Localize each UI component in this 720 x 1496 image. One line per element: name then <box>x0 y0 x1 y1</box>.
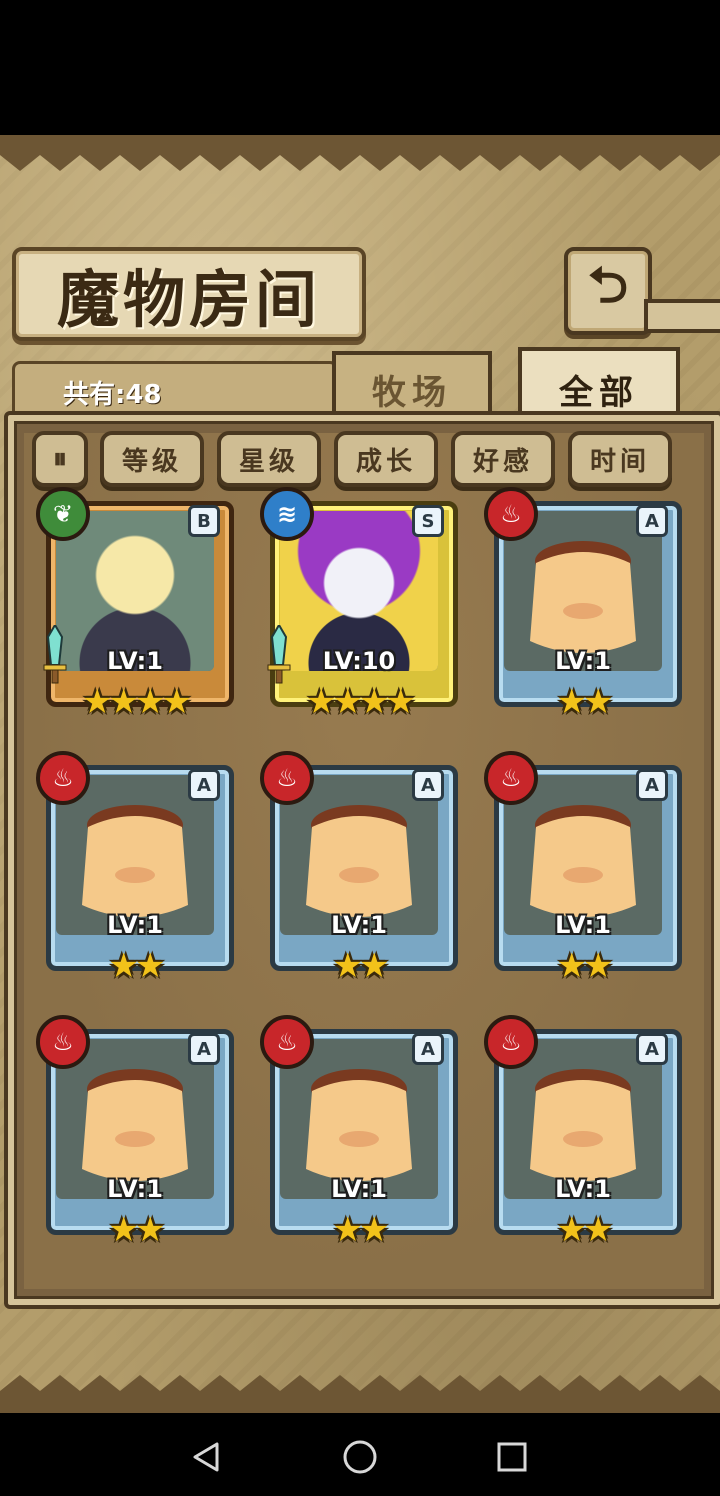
monster-stars: ★★★★ <box>82 682 192 722</box>
pudding-slime-art <box>82 805 188 917</box>
monster-stars: ★★ <box>556 682 614 722</box>
monster-card[interactable]: ♨ A LV:1 ★★ <box>260 1015 458 1255</box>
back-button[interactable]: ⮌ <box>564 247 652 335</box>
monster-level: LV:1 <box>555 647 611 675</box>
rank-badge: A <box>636 1033 668 1065</box>
rank-badge: A <box>636 505 668 537</box>
monster-card[interactable]: ♨ A LV:1 ★★ <box>484 487 682 727</box>
rank-badge: B <box>188 505 220 537</box>
water-element-icon: ≋ <box>260 487 314 541</box>
fire-element-icon: ♨ <box>484 1015 538 1069</box>
pudding-slime-art <box>306 1069 412 1181</box>
monster-level: LV:1 <box>107 647 163 675</box>
monster-level: LV:1 <box>331 911 387 939</box>
filter-star-label: 星级 <box>238 446 299 477</box>
pudding-slime-art <box>306 805 412 917</box>
filter-affection-label: 好感 <box>472 446 533 477</box>
filter-star-button[interactable]: 星级 <box>217 431 321 487</box>
back-button-rail <box>644 299 720 333</box>
filter-growth-label: 成长 <box>355 446 416 477</box>
monster-stars: ★★ <box>332 1210 390 1250</box>
filter-time-label: 时间 <box>589 446 650 477</box>
nav-home-button[interactable] <box>340 1437 380 1477</box>
rank-badge: A <box>188 769 220 801</box>
nav-back-button[interactable] <box>186 1437 226 1477</box>
bottom-torn-edge <box>0 1375 720 1413</box>
status-bar-area <box>0 0 720 135</box>
filter-level-button[interactable]: 等级 <box>100 431 204 487</box>
fire-element-icon: ♨ <box>484 487 538 541</box>
tab-ranch-label: 牧场 <box>372 372 452 413</box>
pudding-slime-art <box>530 805 636 917</box>
monster-card[interactable]: ♨ A LV:1 ★★ <box>484 751 682 991</box>
rank-badge: A <box>636 769 668 801</box>
monster-stars: ★★ <box>556 1210 614 1250</box>
monster-count: 共有:48 <box>63 380 162 410</box>
monster-stars: ★★★★ <box>306 682 416 722</box>
filter-level-label: 等级 <box>121 446 182 477</box>
monster-card[interactable]: ♨ A LV:1 ★★ <box>36 751 234 991</box>
top-torn-edge <box>0 135 720 171</box>
monster-level: LV:1 <box>107 911 163 939</box>
monster-stars: ★★ <box>556 946 614 986</box>
sort-toggle-icon: ⏸ <box>52 442 67 475</box>
monster-count-plate: 共有:48 <box>12 361 338 414</box>
monster-card[interactable]: ≋ S LV:10 ★★★★ <box>260 487 458 727</box>
nav-recents-button[interactable] <box>492 1437 532 1477</box>
monster-card[interactable]: ❦ B LV:1 ★★★★ <box>36 487 234 727</box>
pudding-slime-art <box>530 541 636 653</box>
nav-home-icon <box>343 1440 377 1474</box>
sort-filter-bar: ⏸ 等级 星级 成长 好感 时间 <box>32 431 682 487</box>
back-arrow-icon: ⮌ <box>587 255 629 314</box>
monster-card[interactable]: ♨ A LV:1 ★★ <box>484 1015 682 1255</box>
monster-stars: ★★ <box>332 946 390 986</box>
monster-level: LV:1 <box>555 911 611 939</box>
nav-recents-icon <box>497 1442 527 1472</box>
rank-badge: A <box>412 769 444 801</box>
rank-badge: A <box>188 1033 220 1065</box>
monster-card[interactable]: ♨ A LV:1 ★★ <box>260 751 458 991</box>
monster-level: LV:1 <box>107 1175 163 1203</box>
filter-growth-button[interactable]: 成长 <box>334 431 438 487</box>
fire-element-icon: ♨ <box>260 751 314 805</box>
wood-element-icon: ❦ <box>36 487 90 541</box>
filter-time-button[interactable]: 时间 <box>568 431 672 487</box>
monster-level: LV:1 <box>555 1175 611 1203</box>
pudding-slime-art <box>530 1069 636 1181</box>
rank-badge: S <box>412 505 444 537</box>
system-navigation-bar <box>0 1413 720 1496</box>
fire-element-icon: ♨ <box>36 1015 90 1069</box>
fire-element-icon: ♨ <box>260 1015 314 1069</box>
page-title: 魔物房间 <box>56 263 321 336</box>
monster-stars: ★★ <box>108 946 166 986</box>
page-title-plate: 魔物房间 <box>12 247 366 341</box>
tab-all-label: 全部 <box>559 372 639 413</box>
monster-level: LV:10 <box>322 647 396 675</box>
fire-element-icon: ♨ <box>36 751 90 805</box>
pudding-slime-art <box>82 1069 188 1181</box>
rank-badge: A <box>412 1033 444 1065</box>
monster-card[interactable]: ♨ A LV:1 ★★ <box>36 1015 234 1255</box>
nav-back-icon <box>193 1442 219 1472</box>
sort-order-button[interactable]: ⏸ <box>32 431 88 487</box>
fire-element-icon: ♨ <box>484 751 538 805</box>
monster-stars: ★★ <box>108 1210 166 1250</box>
monster-room-screen: 魔物房间 ⮌ 共有:48 牧场 全部 ⏸ 等级 星级 成长 好感 时间 ❦ B … <box>0 135 720 1413</box>
filter-affection-button[interactable]: 好感 <box>451 431 555 487</box>
monster-level: LV:1 <box>331 1175 387 1203</box>
